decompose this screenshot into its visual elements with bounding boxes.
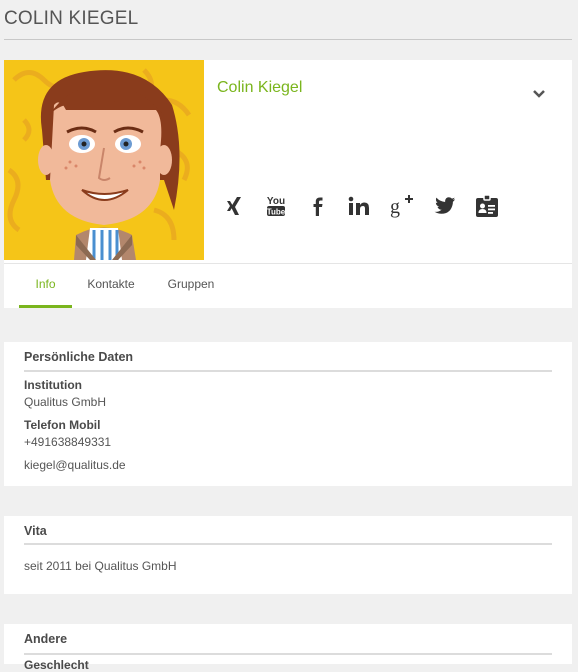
panel-divider [24, 653, 552, 655]
facebook-icon[interactable] [305, 193, 331, 219]
panel-heading: Vita [24, 524, 47, 538]
panel-heading: Andere [24, 632, 68, 646]
page-title: COLIN KIEGEL [4, 8, 139, 29]
profile-card: Colin Kiegel You Tube g Info Kontakte Gr… [4, 60, 572, 308]
phone-value: +491638849331 [24, 435, 112, 449]
twitter-icon[interactable] [432, 193, 458, 219]
svg-text:Tube: Tube [267, 208, 286, 217]
svg-text:g: g [390, 196, 400, 218]
panel-divider [24, 370, 552, 372]
tab-kontakte[interactable]: Kontakte [82, 264, 140, 308]
youtube-icon[interactable]: You Tube [263, 193, 289, 219]
contact-card-icon[interactable] [474, 193, 500, 219]
vita-text: seit 2011 bei Qualitus GmbH [24, 559, 177, 573]
linkedin-icon[interactable] [346, 193, 372, 219]
other-panel: Andere Geschlecht [4, 624, 572, 672]
svg-text:You: You [267, 196, 285, 207]
panel-divider [24, 543, 552, 545]
personal-data-panel: Persönliche Daten Institution Qualitus G… [4, 342, 572, 486]
email-link[interactable]: kiegel@qualitus.de [24, 458, 126, 472]
profile-tabs: Info Kontakte Gruppen [4, 264, 572, 308]
profile-avatar [4, 60, 204, 260]
phone-label: Telefon Mobil [24, 418, 101, 432]
institution-label: Institution [24, 378, 82, 392]
title-divider [4, 39, 572, 40]
profile-name: Colin Kiegel [217, 79, 303, 96]
chevron-down-icon[interactable] [532, 86, 546, 98]
xing-icon[interactable] [222, 193, 248, 219]
institution-value: Qualitus GmbH [24, 395, 107, 409]
google-plus-icon[interactable]: g [389, 193, 415, 219]
tab-gruppen[interactable]: Gruppen [160, 264, 222, 308]
gender-label: Geschlecht [24, 658, 89, 672]
vita-panel: Vita seit 2011 bei Qualitus GmbH [4, 516, 572, 594]
panel-heading: Persönliche Daten [24, 350, 134, 364]
tab-info[interactable]: Info [19, 264, 72, 308]
